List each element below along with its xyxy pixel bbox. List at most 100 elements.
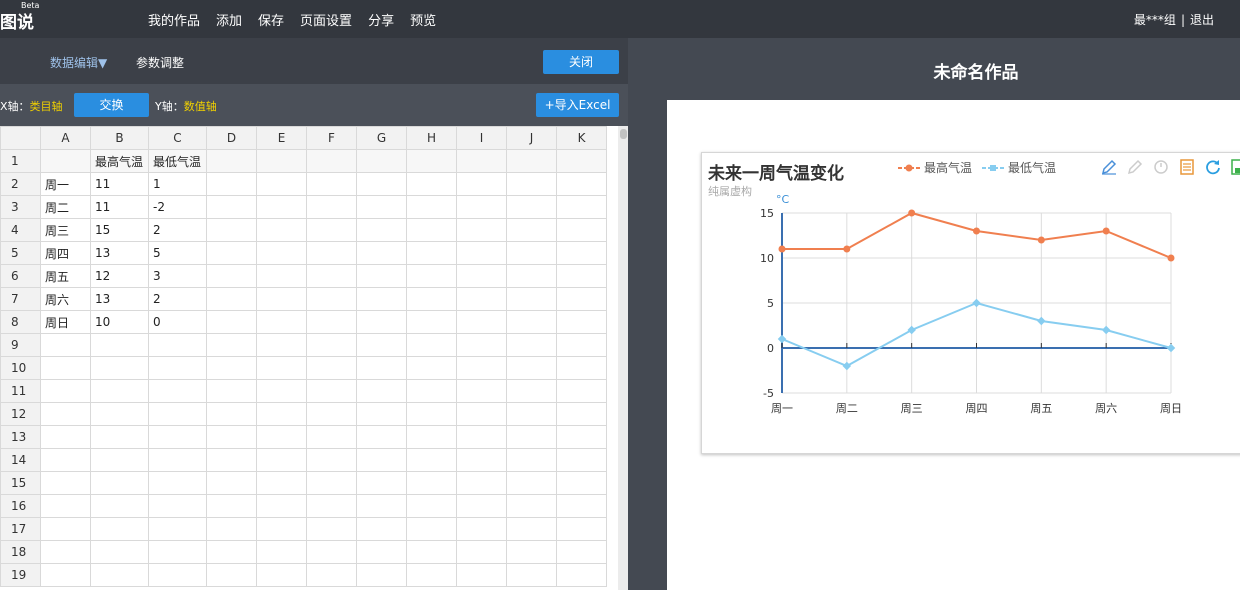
work-title[interactable]: 未命名作品 (640, 58, 1240, 83)
sheet-cell[interactable] (456, 402, 507, 426)
sheet-cell[interactable] (306, 425, 357, 449)
sheet-cell[interactable] (306, 241, 357, 265)
sheet-cell[interactable] (356, 494, 407, 518)
sheet-cell[interactable] (206, 402, 257, 426)
sheet-cell[interactable]: 2 (148, 287, 207, 311)
sheet-cell[interactable] (456, 218, 507, 242)
sheet-cell[interactable] (456, 172, 507, 196)
sheet-cell[interactable] (256, 287, 307, 311)
sheet-cell[interactable] (148, 425, 207, 449)
sheet-cell[interactable] (206, 333, 257, 357)
sheet-cell[interactable] (406, 563, 457, 587)
sheet-cell[interactable]: 2 (148, 218, 207, 242)
sheet-cell[interactable] (356, 425, 407, 449)
sheet-cell[interactable] (148, 448, 207, 472)
row-header[interactable]: 17 (0, 517, 41, 541)
sheet-cell[interactable] (206, 356, 257, 380)
sheet-cell[interactable]: 最低气温 (148, 149, 207, 173)
sheet-cell[interactable] (406, 218, 457, 242)
sheet-cell[interactable] (356, 172, 407, 196)
chart-card[interactable]: 未来一周气温变化 纯属虚构 最高气温 最低气温 15 10 5 0 -5 周一 周二 周三 周四… (701, 152, 1240, 454)
sheet-cell[interactable] (556, 195, 607, 219)
sheet-cell[interactable] (556, 241, 607, 265)
sheet-cell[interactable] (356, 540, 407, 564)
sheet-cell[interactable] (356, 356, 407, 380)
sheet-cell[interactable] (40, 402, 91, 426)
sheet-cell[interactable] (90, 448, 149, 472)
sheet-cell[interactable] (256, 172, 307, 196)
row-header[interactable]: 4 (0, 218, 41, 242)
sheet-cell[interactable] (206, 218, 257, 242)
sheet-cell[interactable] (356, 195, 407, 219)
sheet-cell[interactable] (506, 402, 557, 426)
sheet-cell[interactable] (406, 540, 457, 564)
sheet-cell[interactable] (456, 149, 507, 173)
sheet-cell[interactable] (506, 241, 557, 265)
sheet-cell[interactable] (456, 356, 507, 380)
logout-link[interactable]: 退出 (1190, 13, 1214, 27)
sheet-cell[interactable] (148, 379, 207, 403)
sheet-cell[interactable] (406, 425, 457, 449)
sheet-cell[interactable] (306, 471, 357, 495)
sheet-cell[interactable] (506, 425, 557, 449)
sheet-cell[interactable] (256, 425, 307, 449)
sheet-cell[interactable]: 10 (90, 310, 149, 334)
sheet-cell[interactable] (206, 540, 257, 564)
sheet-cell[interactable] (306, 494, 357, 518)
sheet-cell[interactable] (456, 379, 507, 403)
sheet-cell[interactable] (306, 264, 357, 288)
column-header[interactable]: K (556, 126, 607, 150)
sheet-cell[interactable] (306, 172, 357, 196)
sheet-cell[interactable] (356, 149, 407, 173)
sheet-cell[interactable]: 周四 (40, 241, 91, 265)
sheet-cell[interactable]: 3 (148, 264, 207, 288)
sheet-cell[interactable]: 周六 (40, 287, 91, 311)
sheet-cell[interactable] (456, 517, 507, 541)
column-header[interactable]: E (256, 126, 307, 150)
sheet-cell[interactable] (556, 540, 607, 564)
sheet-cell[interactable] (356, 563, 407, 587)
sheet-cell[interactable] (456, 471, 507, 495)
sheet-cell[interactable] (406, 471, 457, 495)
sheet-cell[interactable] (256, 264, 307, 288)
sheet-cell[interactable] (356, 241, 407, 265)
column-header[interactable]: A (40, 126, 91, 150)
sheet-cell[interactable] (306, 218, 357, 242)
sheet-cell[interactable] (406, 287, 457, 311)
sheet-cell[interactable] (406, 172, 457, 196)
row-header[interactable]: 2 (0, 172, 41, 196)
sheet-cell[interactable] (556, 563, 607, 587)
sheet-cell[interactable]: 周日 (40, 310, 91, 334)
sheet-cell[interactable] (506, 379, 557, 403)
sheet-cell[interactable]: 12 (90, 264, 149, 288)
sheet-cell[interactable] (40, 563, 91, 587)
sheet-cell[interactable] (148, 471, 207, 495)
sheet-cell[interactable] (456, 264, 507, 288)
row-header[interactable]: 9 (0, 333, 41, 357)
sheet-cell[interactable] (506, 218, 557, 242)
nav-preview[interactable]: 预览 (410, 10, 436, 29)
sheet-cell[interactable] (406, 494, 457, 518)
sheet-cell[interactable] (306, 517, 357, 541)
sheet-cell[interactable] (406, 402, 457, 426)
sheet-cell[interactable] (506, 310, 557, 334)
sheet-cell[interactable] (306, 379, 357, 403)
sheet-cell[interactable] (556, 402, 607, 426)
sheet-cell[interactable]: 13 (90, 241, 149, 265)
sheet-cell[interactable] (406, 379, 457, 403)
row-header[interactable]: 12 (0, 402, 41, 426)
sheet-cell[interactable] (206, 425, 257, 449)
sheet-cell[interactable] (306, 149, 357, 173)
sheet-cell[interactable] (148, 402, 207, 426)
sheet-cell[interactable] (40, 149, 91, 173)
sheet-cell[interactable] (556, 172, 607, 196)
sheet-cell[interactable] (456, 287, 507, 311)
sheet-cell[interactable] (506, 172, 557, 196)
sheet-cell[interactable] (40, 425, 91, 449)
sheet-cell[interactable] (356, 448, 407, 472)
sheet-cell[interactable]: 周一 (40, 172, 91, 196)
sheet-cell[interactable] (90, 333, 149, 357)
sheet-cell[interactable] (256, 540, 307, 564)
sheet-cell[interactable] (456, 333, 507, 357)
sheet-cell[interactable]: 周五 (40, 264, 91, 288)
